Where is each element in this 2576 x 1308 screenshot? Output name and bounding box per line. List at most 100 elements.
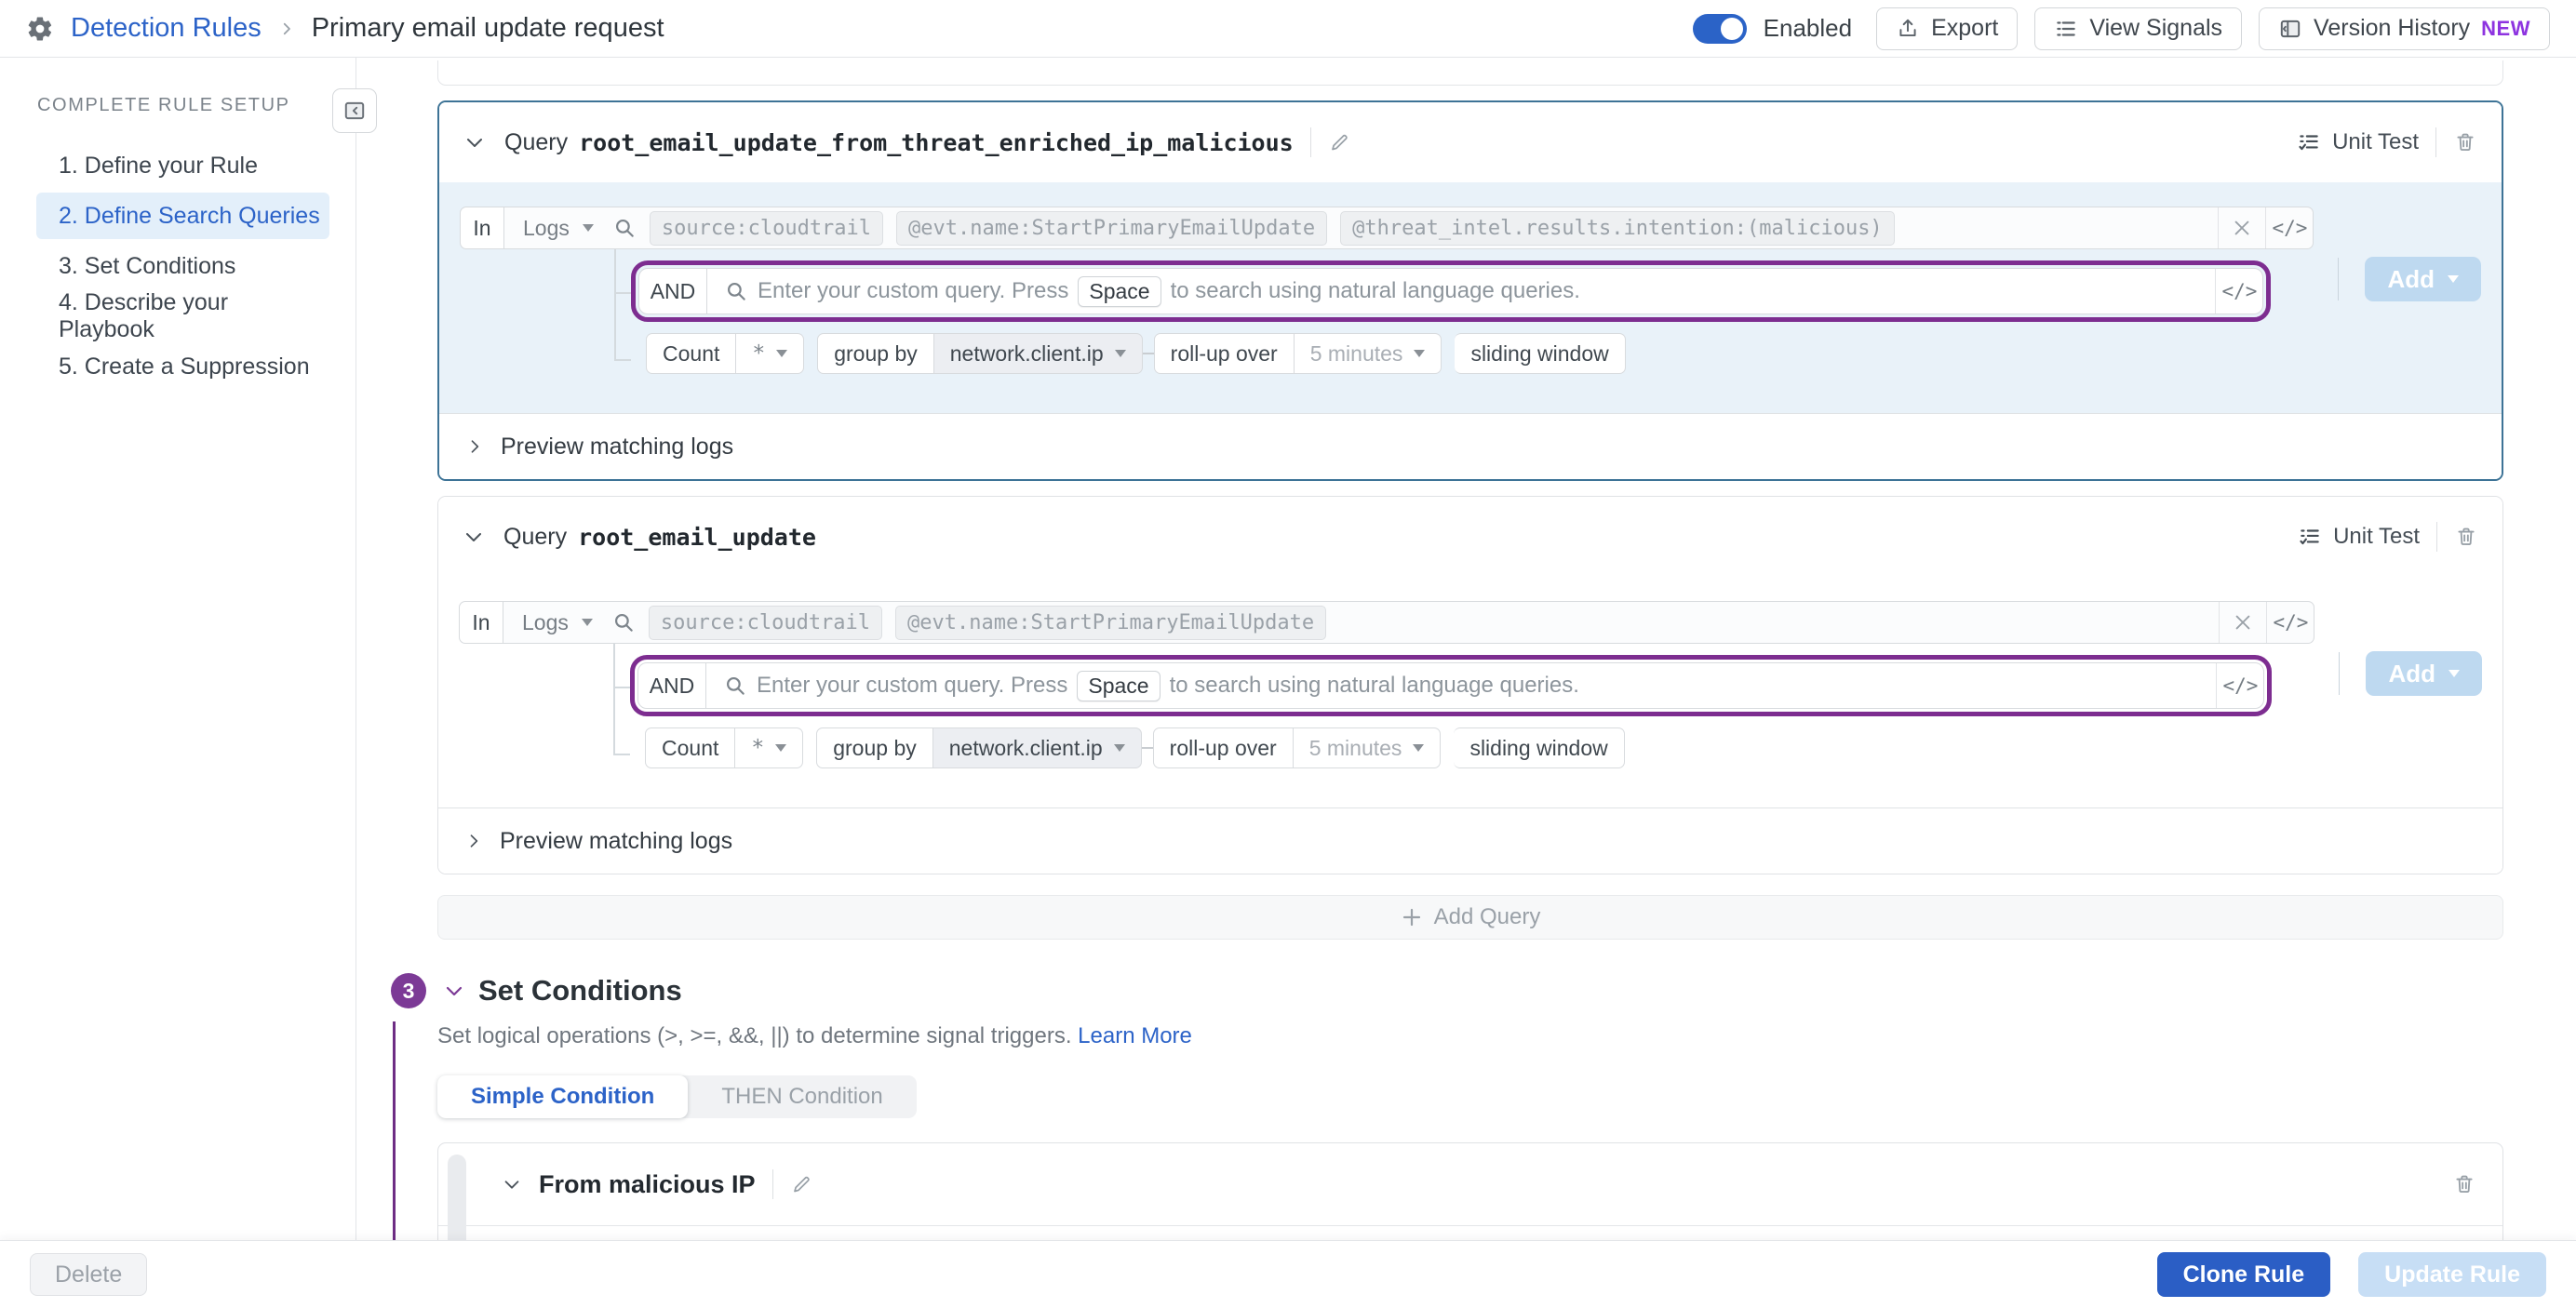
group-by-label: group by (817, 333, 934, 374)
sidebar-item-set-conditions[interactable]: 3. Set Conditions (36, 243, 329, 289)
chevron-down-icon[interactable] (502, 1174, 522, 1195)
code-icon[interactable]: </> (2265, 207, 2313, 248)
section-subtitle: Set logical operations (>, >=, &&, ||) t… (437, 1023, 2503, 1049)
learn-more-link[interactable]: Learn More (1078, 1023, 1192, 1048)
sidebar-collapse-button[interactable] (332, 88, 377, 133)
condition-body: Set severity to Condition (438, 1226, 2502, 1240)
chevron-down-icon (1115, 350, 1126, 357)
query-name: root_email_update_from_threat_enriched_i… (579, 129, 1294, 156)
query-card-root-email-update: Query root_email_update Unit Test (437, 496, 2503, 874)
space-key-badge: Space (1078, 276, 1161, 307)
code-icon[interactable]: </> (2216, 663, 2263, 708)
group-by-select[interactable]: network.client.ip (934, 333, 1143, 374)
code-icon[interactable]: </> (2215, 269, 2262, 314)
edit-pencil-icon[interactable] (1328, 131, 1350, 153)
export-label: Export (1931, 15, 1998, 42)
search-icon (611, 610, 636, 634)
add-button[interactable]: Add (2366, 651, 2482, 696)
tab-simple-condition[interactable]: Simple Condition (437, 1075, 688, 1118)
chevron-right-icon (464, 832, 483, 850)
query-token[interactable]: @evt.name:StartPrimaryEmailUpdate (895, 606, 1326, 640)
count-value-select[interactable]: * (736, 333, 804, 374)
query-token[interactable]: @threat_intel.results.intention:(malicio… (1340, 211, 1895, 246)
query-token[interactable]: @evt.name:StartPrimaryEmailUpdate (896, 211, 1327, 246)
add-query-label: Add Query (1434, 904, 1541, 930)
custom-query-input[interactable]: Enter your custom query. Press Space to … (706, 663, 2216, 708)
footer-actions: Clone Rule Update Rule (2157, 1252, 2546, 1297)
code-icon[interactable]: </> (2266, 602, 2314, 643)
tab-then-condition[interactable]: THEN Condition (688, 1075, 916, 1118)
clear-query-icon[interactable] (2218, 207, 2265, 248)
trash-icon[interactable] (2453, 130, 2477, 154)
rollup-label: roll-up over (1154, 333, 1295, 374)
gear-icon[interactable] (26, 15, 54, 43)
add-query-button[interactable]: Add Query (437, 895, 2503, 940)
custom-query-input[interactable]: Enter your custom query. Press Space to … (707, 269, 2215, 314)
sidebar-heading: COMPLETE RULE SETUP (37, 95, 356, 116)
preview-label: Preview matching logs (500, 828, 732, 855)
sliding-window-label: sliding window (1455, 333, 1625, 374)
list-icon (2054, 17, 2078, 41)
step-connector-line (393, 1021, 396, 1240)
custom-query-highlight: AND Enter your custom query. Press Space… (631, 260, 2271, 322)
edit-pencil-icon[interactable] (790, 1173, 812, 1195)
clear-query-icon[interactable] (2219, 602, 2266, 643)
search-input[interactable]: source:cloudtrail @evt.name:StartPrimary… (611, 602, 2220, 643)
query-token[interactable]: source:cloudtrail (650, 211, 883, 246)
condition-card: From malicious IP Set severity to Condit… (437, 1142, 2503, 1240)
placeholder-text: Enter your custom query. Press (757, 673, 1067, 699)
search-icon (723, 674, 747, 698)
previous-card-edge (437, 60, 2503, 86)
delete-button[interactable]: Delete (30, 1253, 147, 1296)
count-label[interactable]: Count (646, 333, 736, 374)
sidebar-item-define-search-queries[interactable]: 2. Define Search Queries (36, 193, 329, 239)
search-query-row: In Logs source:cloudtrail @evt.name:Star… (460, 207, 2314, 249)
add-side: Add (2338, 257, 2481, 301)
connector-dash (1142, 747, 1153, 749)
chevron-down-icon[interactable] (463, 131, 486, 153)
add-side: Add (2339, 651, 2482, 696)
version-history-button[interactable]: Version History NEW (2259, 7, 2550, 50)
divider (772, 1169, 773, 1199)
update-rule-button[interactable]: Update Rule (2358, 1252, 2546, 1297)
query-card-malicious-ip: Query root_email_update_from_threat_enri… (437, 100, 2503, 481)
enabled-label: Enabled (1764, 14, 1852, 43)
add-button[interactable]: Add (2365, 257, 2481, 301)
export-button[interactable]: Export (1876, 7, 2018, 50)
query-header-actions: Unit Test (2298, 522, 2478, 552)
enabled-toggle[interactable] (1693, 14, 1747, 44)
group-by-select[interactable]: network.client.ip (933, 727, 1142, 768)
drag-handle[interactable] (448, 1155, 466, 1240)
chevron-down-icon[interactable] (463, 526, 485, 548)
trash-icon[interactable] (2454, 525, 2478, 549)
sidebar-item-define-rule[interactable]: 1. Define your Rule (36, 142, 329, 189)
breadcrumb-detection-rules[interactable]: Detection Rules (71, 13, 262, 44)
count-value-select[interactable]: * (735, 727, 803, 768)
preview-matching-logs-toggle[interactable]: Preview matching logs (438, 807, 2502, 874)
query-token[interactable]: source:cloudtrail (649, 606, 882, 640)
view-signals-button[interactable]: View Signals (2034, 7, 2242, 50)
search-input[interactable]: source:cloudtrail @evt.name:StartPrimary… (612, 207, 2219, 248)
source-select[interactable]: Logs (504, 207, 612, 248)
unit-test-label: Unit Test (2332, 129, 2419, 155)
source-select[interactable]: Logs (503, 602, 611, 643)
clone-rule-button[interactable]: Clone Rule (2157, 1252, 2331, 1297)
row-actions: </> (2218, 207, 2313, 248)
sidebar-item-create-suppression[interactable]: 5. Create a Suppression (36, 343, 329, 390)
divider (1310, 127, 1311, 157)
chevron-down-icon[interactable] (443, 980, 465, 1002)
rollup-window-select[interactable]: 5 minutes (1295, 333, 1442, 374)
in-label: In (460, 602, 503, 643)
sidebar-items: 1. Define your Rule 2. Define Search Que… (0, 142, 356, 390)
trash-icon[interactable] (2452, 1172, 2476, 1196)
unit-test-button[interactable]: Unit Test (2297, 129, 2419, 155)
chevron-down-icon (2449, 670, 2460, 677)
preview-matching-logs-toggle[interactable]: Preview matching logs (439, 413, 2502, 479)
count-label[interactable]: Count (645, 727, 735, 768)
tree-connector (614, 247, 631, 294)
unit-test-button[interactable]: Unit Test (2298, 524, 2420, 550)
rollup-window-select[interactable]: 5 minutes (1294, 727, 1442, 768)
sidebar-item-describe-playbook[interactable]: 4. Describe your Playbook (36, 293, 329, 340)
divider (2435, 127, 2436, 157)
version-history-label: Version History (2314, 15, 2470, 42)
